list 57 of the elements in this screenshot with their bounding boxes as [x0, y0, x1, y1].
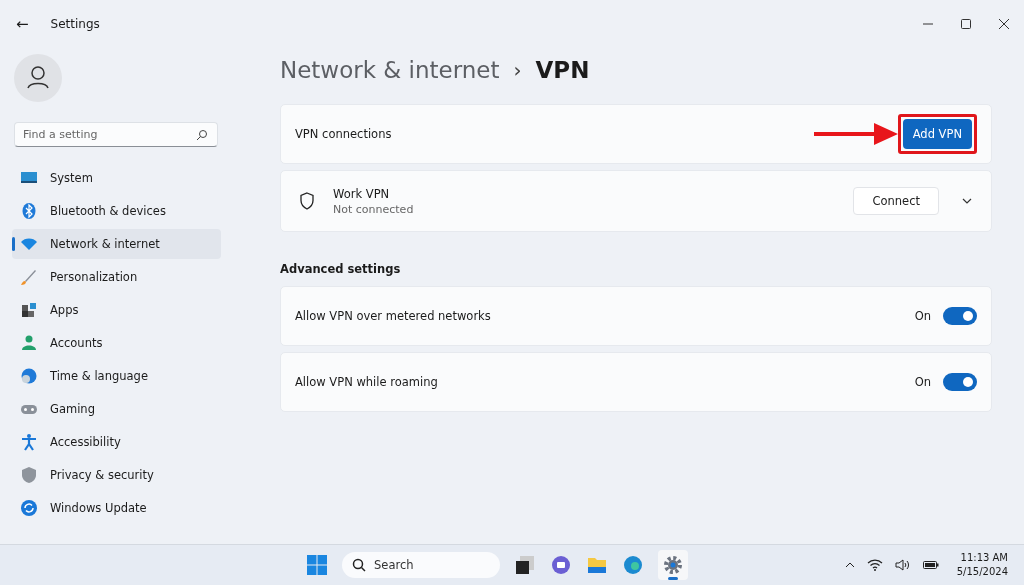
- page-title: VPN: [535, 57, 590, 83]
- search-icon: [196, 129, 208, 141]
- sidebar-item[interactable]: Network & internet: [12, 229, 221, 259]
- sidebar-item[interactable]: Windows Update: [12, 493, 221, 523]
- sidebar-item[interactable]: Bluetooth & devices: [12, 196, 221, 226]
- toggle-switch[interactable]: [943, 373, 977, 391]
- task-view-icon[interactable]: [514, 554, 536, 576]
- section-heading: Advanced settings: [280, 262, 402, 276]
- maximize-icon[interactable]: [960, 18, 972, 30]
- globe-icon: [20, 367, 38, 385]
- taskbar-search[interactable]: Search: [342, 552, 500, 578]
- search-field[interactable]: Find a setting: [14, 122, 218, 147]
- start-icon[interactable]: [306, 554, 328, 576]
- clock-time[interactable]: 11:13 AM: [960, 551, 1008, 565]
- chevron-icon[interactable]: [961, 197, 973, 205]
- setting-label: Allow VPN while roaming: [295, 375, 438, 389]
- close-icon[interactable]: [998, 18, 1010, 30]
- speaker-icon[interactable]: [894, 559, 911, 571]
- toggle-switch[interactable]: [943, 307, 977, 325]
- sidebar-item[interactable]: Time & language: [12, 361, 221, 391]
- shield-icon: [299, 192, 315, 210]
- sidebar-item[interactable]: Accessibility: [12, 427, 221, 457]
- sidebar-item[interactable]: Accounts: [12, 328, 221, 358]
- toggle-state: On: [914, 375, 931, 389]
- sidebar-item[interactable]: Gaming: [12, 394, 221, 424]
- wifi-icon[interactable]: [866, 559, 883, 571]
- clock-date[interactable]: 5/15/2024: [956, 565, 1008, 579]
- person-icon: [20, 334, 38, 352]
- battery-icon[interactable]: [922, 560, 939, 570]
- bluetooth-icon: [20, 202, 38, 220]
- card-label: VPN connections: [295, 127, 392, 141]
- window-title: Settings: [50, 17, 100, 31]
- connect-button[interactable]: Connect: [853, 187, 939, 215]
- brush-icon: [20, 268, 38, 286]
- breadcrumb-separator: ›: [513, 58, 522, 82]
- breadcrumb-link[interactable]: Network & internet: [280, 57, 500, 83]
- shield-icon: [20, 466, 38, 484]
- setting-label: Allow VPN over metered networks: [295, 309, 491, 323]
- sidebar-item[interactable]: Personalization: [12, 262, 221, 292]
- connection-status: Not connected: [333, 202, 414, 216]
- add-vpn-button[interactable]: Add VPN: [902, 119, 972, 149]
- back-button[interactable]: ←: [14, 15, 31, 33]
- sidebar-item[interactable]: Privacy & security: [12, 460, 221, 490]
- toggle-state: On: [914, 309, 931, 323]
- gear-icon: [662, 554, 684, 576]
- avatar-icon[interactable]: [14, 54, 62, 102]
- browser-icon[interactable]: [622, 554, 644, 576]
- sync-icon: [20, 499, 38, 517]
- chat-icon[interactable]: [550, 554, 572, 576]
- sidebar-item[interactable]: System: [12, 163, 221, 193]
- accessibility-icon: [20, 433, 38, 451]
- settings-taskbar-button[interactable]: [658, 550, 688, 580]
- search-icon: [352, 558, 366, 572]
- apps-icon: [20, 301, 38, 319]
- connection-name: Work VPN: [333, 186, 391, 201]
- chevron-up-icon[interactable]: [844, 562, 855, 568]
- sidebar-item[interactable]: Apps: [12, 295, 221, 325]
